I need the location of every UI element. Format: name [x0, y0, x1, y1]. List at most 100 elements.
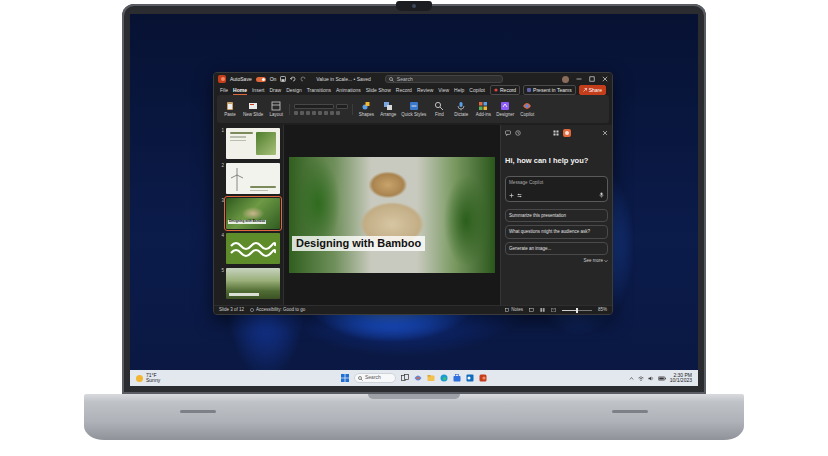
ribbon-button[interactable]: Arrange	[379, 101, 397, 117]
accessibility-status[interactable]: Accessibility: Good to go	[250, 307, 305, 312]
settings-icon[interactable]	[517, 193, 522, 198]
edge-icon[interactable]	[440, 374, 448, 382]
slide-thumbnail[interactable]	[226, 163, 280, 194]
ribbon-button[interactable]: Dictate	[452, 101, 470, 117]
maximize-icon[interactable]	[589, 76, 595, 82]
format-button-icon[interactable]	[318, 111, 322, 115]
slide-thumbnail[interactable]	[226, 128, 280, 159]
powerpoint-app-icon[interactable]	[479, 374, 487, 382]
volume-icon[interactable]	[648, 376, 654, 381]
share-button[interactable]: Share	[579, 85, 606, 95]
slide-thumbnail-row[interactable]: 3Designing with Bamboo	[217, 198, 280, 229]
ribbon-tab[interactable]: Home	[233, 86, 247, 95]
undo-icon[interactable]	[290, 76, 296, 82]
ribbon-button[interactable]: Shapes	[357, 101, 375, 117]
ribbon-button[interactable]: Find	[430, 101, 448, 117]
add-icon[interactable]	[509, 193, 514, 198]
reading-view-icon[interactable]	[551, 308, 556, 312]
ribbon-tab[interactable]: Animations	[336, 86, 361, 95]
slide-thumbnail-row[interactable]: 4	[217, 233, 280, 264]
store-icon[interactable]	[453, 374, 461, 382]
wifi-icon[interactable]	[638, 376, 644, 381]
ribbon-tab[interactable]: Slide Show	[366, 86, 391, 95]
zoom-slider[interactable]	[562, 310, 592, 311]
weather-widget[interactable]: 71°FSunny	[136, 373, 341, 384]
slide-thumbnail[interactable]	[226, 233, 280, 264]
suggestion-chip[interactable]: What questions might the audience ask?	[505, 225, 608, 238]
ribbon-button[interactable]: Designer	[496, 101, 514, 117]
powerpoint-logo-icon[interactable]	[218, 75, 226, 83]
suggestion-chip[interactable]: Generate an image...	[505, 242, 608, 255]
ribbon-tab[interactable]: Review	[417, 86, 433, 95]
ribbon-command-icon	[248, 101, 258, 111]
ribbon-button[interactable]: Add-ins	[474, 101, 492, 117]
ribbon-command-icon	[225, 101, 235, 111]
account-avatar[interactable]	[562, 76, 569, 83]
zoom-slider-thumb[interactable]	[576, 308, 578, 313]
ribbon-button[interactable]: Copilot	[518, 101, 536, 117]
ribbon-button[interactable]: Paste	[221, 101, 239, 117]
ribbon-tab[interactable]: Help	[454, 86, 464, 95]
format-button-icon[interactable]	[306, 111, 310, 115]
redo-icon[interactable]	[300, 76, 306, 82]
notes-label: Notes	[511, 307, 523, 312]
chat-icon[interactable]	[505, 130, 511, 136]
ribbon-tab[interactable]: Transitions	[307, 86, 331, 95]
save-icon[interactable]	[280, 76, 286, 82]
task-view-icon[interactable]	[401, 374, 409, 382]
font-name-field[interactable]	[294, 104, 334, 109]
ribbon-tab[interactable]: Insert	[252, 86, 265, 95]
format-button-icon[interactable]	[300, 111, 304, 115]
see-more-link[interactable]: See more	[583, 258, 608, 263]
sorter-view-icon[interactable]	[540, 308, 545, 312]
ribbon-tab[interactable]: Draw	[269, 86, 281, 95]
file-explorer-icon[interactable]	[427, 374, 435, 382]
clock[interactable]: 2:30 PM10/1/2023	[670, 373, 692, 384]
format-button-icon[interactable]	[294, 111, 298, 115]
font-row	[294, 104, 348, 109]
message-box[interactable]: Message Copilot	[505, 176, 608, 202]
normal-view-icon[interactable]	[529, 308, 534, 312]
format-button-icon[interactable]	[324, 111, 328, 115]
ribbon-tab[interactable]: File	[220, 86, 228, 95]
font-size-field[interactable]	[336, 104, 348, 109]
ribbon-tab[interactable]: View	[438, 86, 449, 95]
current-slide[interactable]: Designing with Bamboo	[289, 157, 495, 273]
close-icon[interactable]	[602, 76, 608, 82]
outlook-icon[interactable]	[466, 374, 474, 382]
taskbar-search[interactable]: Search	[354, 373, 396, 383]
suggestion-chip[interactable]: Summarize this presentation	[505, 209, 608, 222]
format-button-icon[interactable]	[312, 111, 316, 115]
ribbon-button[interactable]: Layout	[267, 101, 285, 117]
slide-thumbnail[interactable]	[226, 268, 280, 299]
ribbon-tab[interactable]: Copilot	[469, 86, 485, 95]
slide-thumbnail-row[interactable]: 2	[217, 163, 280, 194]
format-button-icon[interactable]	[336, 111, 340, 115]
ribbon-button[interactable]: Quick Styles	[401, 101, 426, 117]
record-button[interactable]: Record	[490, 85, 520, 95]
windows-start-icon[interactable]	[341, 374, 349, 382]
ribbon-button[interactable]: New Slide	[243, 101, 263, 117]
copilot-app-icon[interactable]	[414, 374, 422, 382]
close-pane-icon[interactable]	[602, 130, 608, 136]
copilot-logo-icon[interactable]	[563, 129, 571, 137]
autosave-toggle[interactable]	[256, 77, 266, 82]
ribbon-tab[interactable]: Design	[286, 86, 302, 95]
slide-title[interactable]: Designing with Bamboo	[292, 236, 425, 251]
chevron-up-icon[interactable]	[629, 376, 634, 381]
minimize-icon[interactable]	[576, 76, 582, 82]
microphone-icon[interactable]	[599, 192, 604, 198]
ribbon-tab[interactable]: Record	[396, 86, 412, 95]
battery-icon[interactable]	[658, 376, 666, 381]
slide-thumbnail-row[interactable]: 1	[217, 128, 280, 159]
format-button-icon[interactable]	[330, 111, 334, 115]
format-row	[294, 111, 348, 115]
search-box[interactable]: Search	[385, 75, 503, 83]
slide-number: 5	[217, 268, 224, 273]
history-icon[interactable]	[515, 130, 521, 136]
notes-button[interactable]: Notes	[505, 307, 523, 312]
slide-thumbnail[interactable]: Designing with Bamboo	[226, 198, 280, 229]
slide-thumbnail-row[interactable]: 5	[217, 268, 280, 299]
teams-button[interactable]: Present in Teams	[523, 85, 576, 95]
grid-icon[interactable]	[553, 130, 559, 136]
